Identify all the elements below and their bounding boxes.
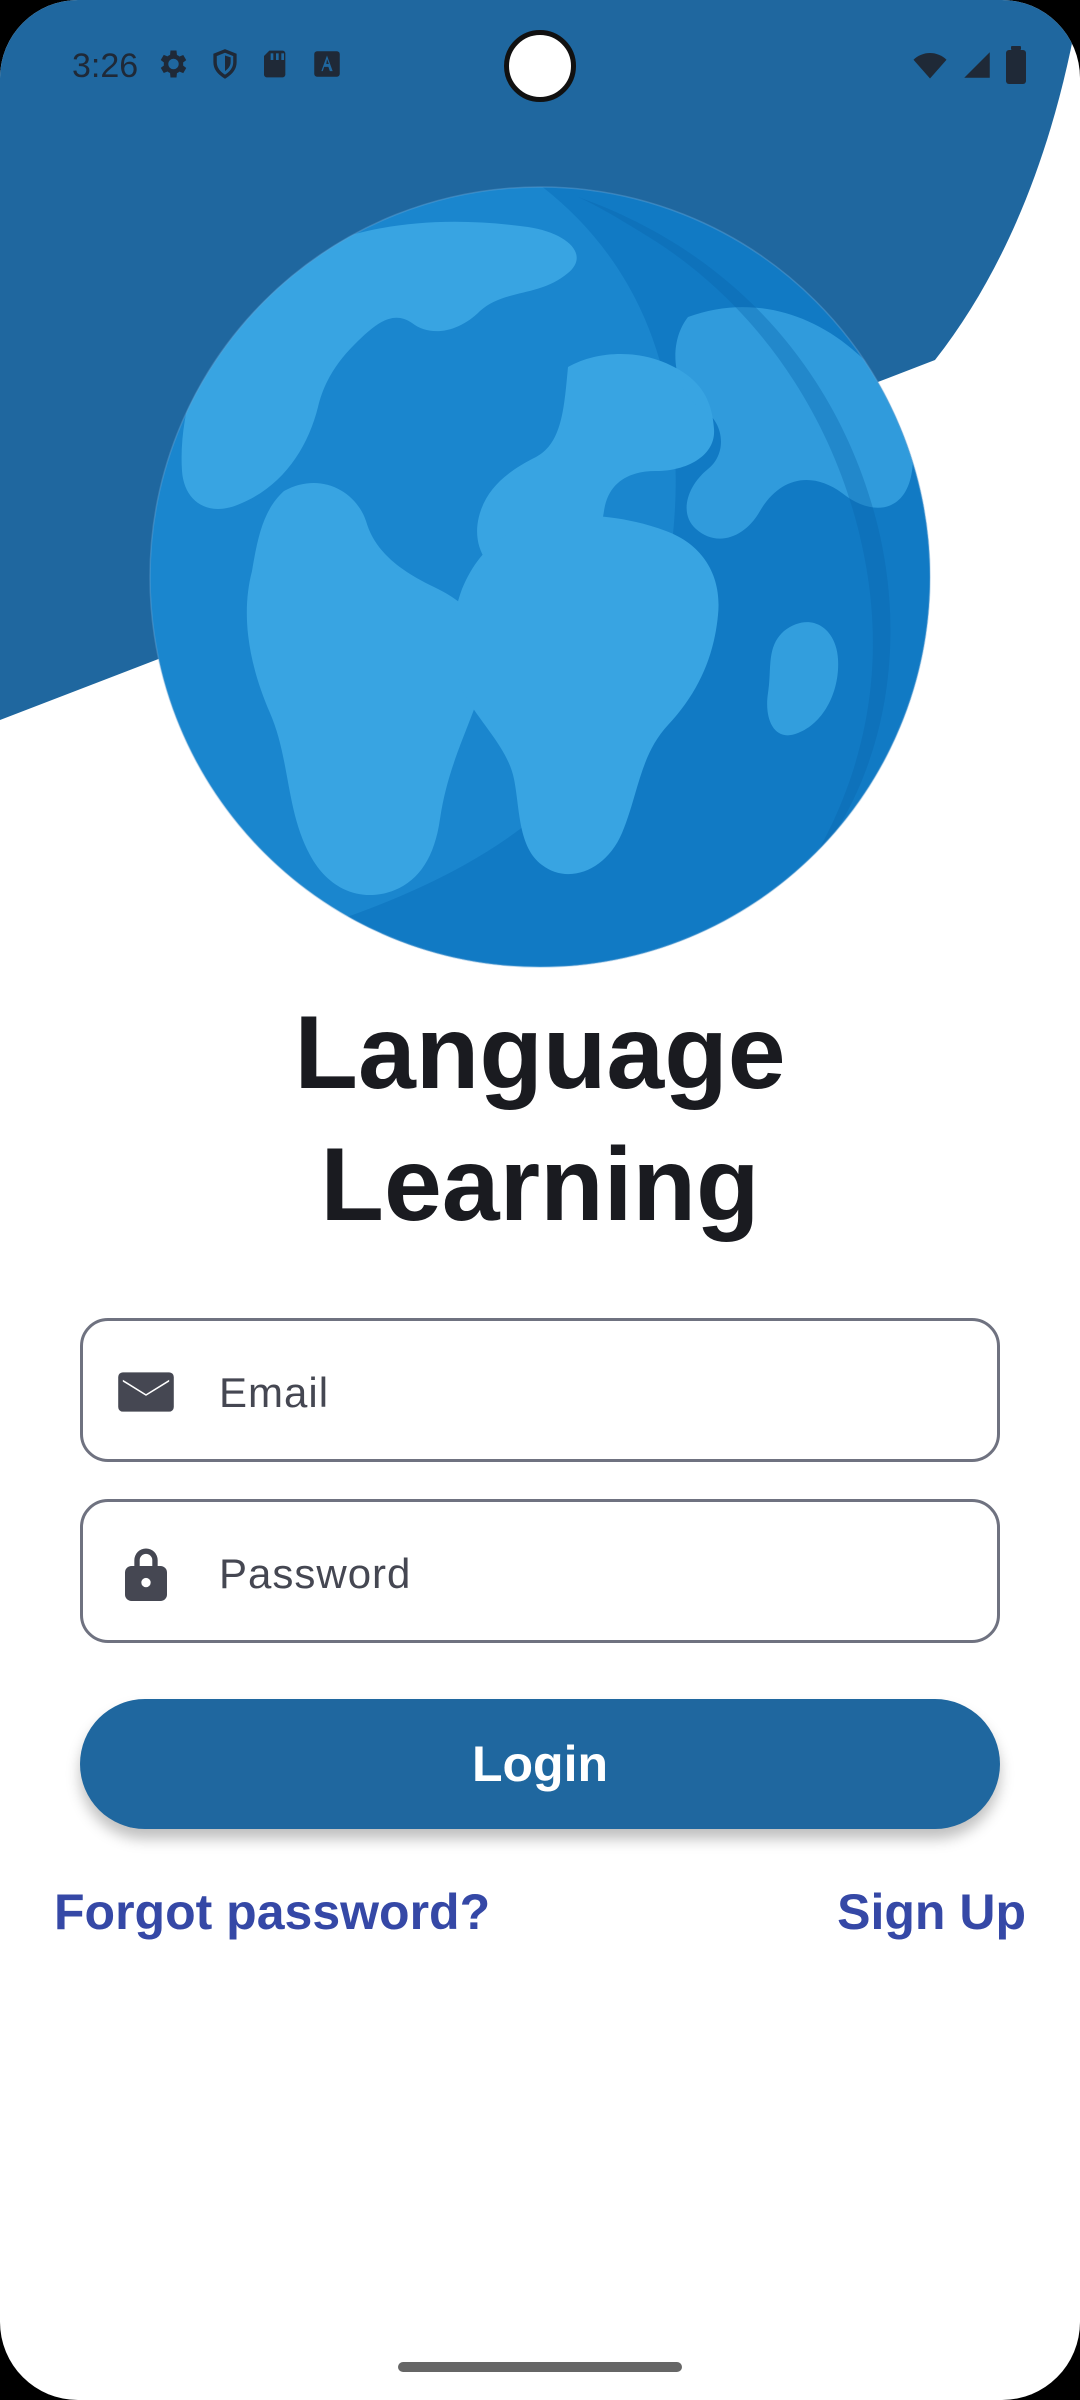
status-time: 3:26 bbox=[72, 47, 139, 85]
battery-icon bbox=[1004, 46, 1028, 89]
signal-icon bbox=[960, 47, 994, 88]
status-icons-left bbox=[154, 46, 344, 87]
app-title-line-2: Learning bbox=[320, 1127, 760, 1243]
wifi-icon bbox=[910, 47, 950, 88]
password-field[interactable]: Password bbox=[80, 1499, 1000, 1643]
camera-cutout bbox=[504, 30, 576, 102]
email-field[interactable]: Email bbox=[80, 1318, 1000, 1462]
app-title-line-1: Language bbox=[294, 995, 786, 1111]
mail-icon bbox=[117, 1363, 175, 1421]
globe-illustration bbox=[149, 186, 931, 968]
login-button[interactable]: Login bbox=[80, 1699, 1000, 1829]
translate-icon bbox=[310, 46, 344, 87]
shield-icon bbox=[208, 46, 242, 87]
status-icons-right bbox=[910, 46, 1028, 89]
gear-icon bbox=[154, 46, 190, 87]
forgot-password-link[interactable]: Forgot password? bbox=[54, 1880, 490, 1944]
home-indicator[interactable] bbox=[398, 2362, 682, 2372]
password-placeholder: Password bbox=[219, 1550, 412, 1597]
email-placeholder: Email bbox=[219, 1369, 330, 1416]
login-screen: 3:26 Language Learning Email Password Lo… bbox=[0, 0, 1080, 2400]
signup-link[interactable]: Sign Up bbox=[837, 1880, 1026, 1944]
sd-card-icon bbox=[260, 46, 292, 87]
app-title: Language Learning bbox=[0, 987, 1080, 1251]
lock-icon bbox=[117, 1544, 175, 1602]
